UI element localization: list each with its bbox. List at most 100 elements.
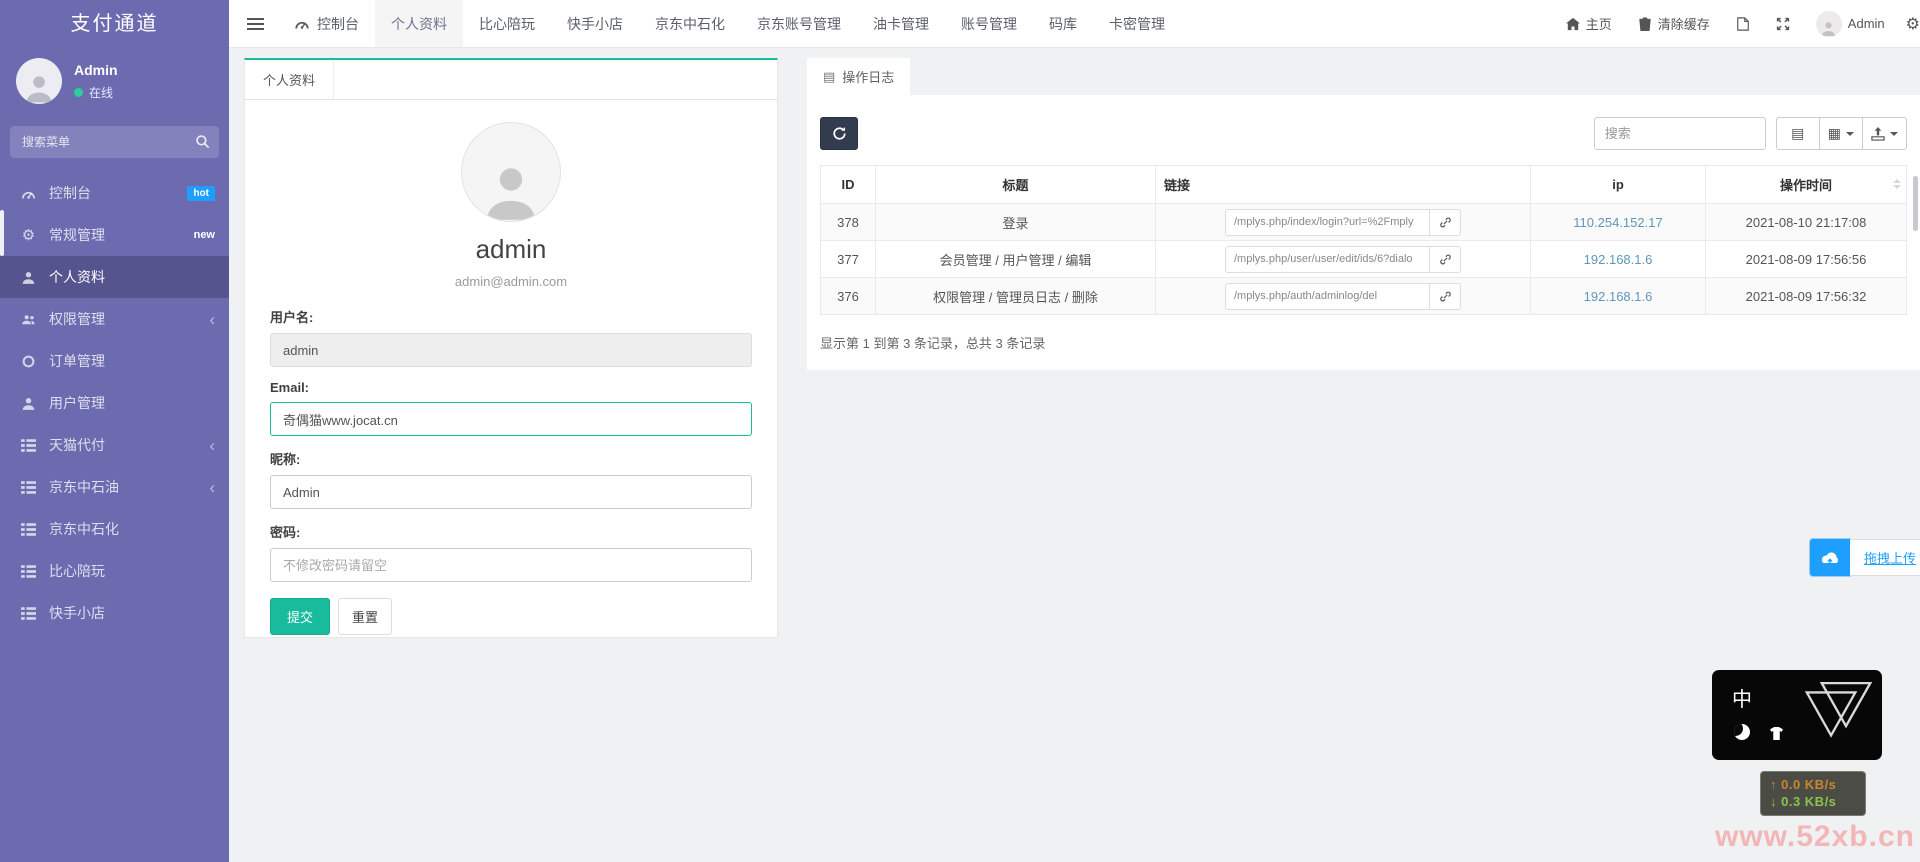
email-field[interactable] [270, 402, 752, 436]
reset-button[interactable]: 重置 [338, 598, 392, 635]
menu-toggle-icon[interactable] [247, 15, 264, 33]
sidebar-item-label: 用户管理 [49, 393, 105, 413]
profile-card-tab[interactable]: 个人资料 [245, 60, 334, 99]
sidebar: 支付通道 Admin 在线 控制台 hot [0, 0, 229, 862]
submit-button[interactable]: 提交 [270, 598, 330, 635]
sidebar-item-profile[interactable]: 个人资料 [0, 256, 229, 298]
sidebar-item-console[interactable]: 控制台 hot [0, 172, 229, 214]
list-icon: ▤ [823, 69, 835, 85]
cell-link [1156, 241, 1531, 278]
password-field[interactable] [270, 548, 752, 582]
columns-button[interactable]: ▦ [1819, 117, 1863, 150]
ip-link[interactable]: 192.168.1.6 [1584, 252, 1653, 267]
email-label: Email: [270, 380, 752, 395]
cell-time: 2021-08-09 17:56:32 [1706, 278, 1907, 315]
sidebar-item-jd-oil[interactable]: 京东中石油 ‹ [0, 466, 229, 508]
copy-link-button[interactable] [1430, 283, 1461, 310]
caret-down-icon [1846, 132, 1854, 136]
tab-card-secret[interactable]: 卡密管理 [1093, 0, 1181, 47]
tab-code-lib[interactable]: 码库 [1033, 0, 1093, 47]
ip-link[interactable]: 110.254.152.17 [1573, 215, 1662, 230]
home-icon [1566, 17, 1580, 31]
copy-link-button[interactable] [1430, 209, 1461, 236]
nickname-field[interactable] [270, 475, 752, 509]
sidebar-item-orders[interactable]: 订单管理 [0, 340, 229, 382]
tab-oil-card[interactable]: 油卡管理 [857, 0, 945, 47]
sidebar-item-jd-sinopec[interactable]: 京东中石化 [0, 508, 229, 550]
sidebar-item-label: 京东中石化 [49, 519, 119, 539]
cell-title: 会员管理 / 用户管理 / 编辑 [876, 241, 1156, 278]
sidebar-scrollbar-thumb[interactable] [0, 210, 4, 256]
export-icon [1871, 127, 1885, 141]
page-scrollbar-thumb[interactable] [1913, 176, 1918, 231]
profile-card-header: 个人资料 [245, 60, 777, 100]
drag-upload-label[interactable]: 拖拽上传 [1850, 539, 1920, 576]
page-switch-button[interactable] [1723, 0, 1763, 47]
caret-down-icon [1890, 132, 1898, 136]
ip-link[interactable]: 192.168.1.6 [1584, 289, 1653, 304]
tab-operation-log[interactable]: ▤ 操作日志 [807, 58, 910, 95]
user-icon [20, 396, 37, 411]
new-badge: new [194, 229, 215, 241]
export-button[interactable] [1862, 117, 1907, 150]
log-search-input[interactable] [1594, 117, 1766, 150]
user-icon [20, 270, 37, 285]
moon-icon[interactable] [1734, 724, 1750, 740]
username-field [270, 333, 752, 367]
sidebar-item-general[interactable]: ⚙ 常规管理 new [0, 214, 229, 256]
link-url-input[interactable] [1225, 246, 1430, 273]
tab-account[interactable]: 账号管理 [945, 0, 1033, 47]
ime-chinese-mode-label[interactable]: 中 [1732, 683, 1752, 712]
tab-jd-sinopec[interactable]: 京东中石化 [639, 0, 741, 47]
link-url-input[interactable] [1225, 283, 1430, 310]
menu-search-input[interactable] [10, 126, 219, 158]
fullscreen-button[interactable] [1763, 0, 1803, 47]
user-menu[interactable]: Admin [1803, 0, 1898, 47]
upload-button[interactable] [1810, 539, 1850, 576]
sidebar-item-tmall[interactable]: 天猫代付 ‹ [0, 424, 229, 466]
download-speed: ↓ 0.3 KB/s [1761, 793, 1865, 810]
sidebar-item-bixin[interactable]: 比心陪玩 [0, 550, 229, 592]
tab-profile[interactable]: 个人资料 [375, 0, 463, 47]
topnav-avatar [1816, 11, 1842, 37]
refresh-button[interactable] [820, 117, 858, 150]
column-header-title[interactable]: 标题 [876, 166, 1156, 204]
detail-view-button[interactable]: ▤ [1776, 117, 1820, 150]
settings-gears-icon[interactable]: ⚙ [1898, 14, 1920, 34]
sidebar-item-label: 天猫代付 [49, 435, 105, 455]
watermark: www.52xb.cn [1715, 820, 1915, 854]
tab-kuaishou[interactable]: 快手小店 [551, 0, 639, 47]
log-panel-body: ▤ ▦ ID 标题 链接 ip 操作时间 [807, 95, 1920, 370]
sidebar-item-users[interactable]: 用户管理 [0, 382, 229, 424]
column-header-time[interactable]: 操作时间 [1706, 166, 1907, 204]
tab-console[interactable]: 控制台 [278, 0, 375, 47]
chain-link-icon [1439, 216, 1452, 229]
person-icon [23, 72, 55, 104]
column-header-id[interactable]: ID [821, 166, 876, 204]
content-area: 个人资料 admin admin@admin.com 用户名: Email: [229, 48, 1920, 862]
drag-upload-widget[interactable]: 拖拽上传 [1810, 539, 1920, 576]
copy-link-button[interactable] [1430, 246, 1461, 273]
home-button[interactable]: 主页 [1553, 0, 1625, 47]
sidebar-search [10, 126, 219, 158]
tab-bixin[interactable]: 比心陪玩 [463, 0, 551, 47]
search-icon[interactable] [195, 134, 210, 149]
cell-id: 377 [821, 241, 876, 278]
password-label: 密码: [270, 522, 752, 541]
column-header-link[interactable]: 链接 [1156, 166, 1531, 204]
record-summary: 显示第 1 到第 3 条记录，总共 3 条记录 [820, 333, 1907, 352]
link-url-input[interactable] [1225, 209, 1430, 236]
list-icon [20, 564, 37, 579]
skin-shirt-icon[interactable] [1769, 727, 1784, 745]
tab-jd-account[interactable]: 京东账号管理 [741, 0, 857, 47]
column-header-ip[interactable]: ip [1531, 166, 1706, 204]
ime-toolbar[interactable]: 中 [1712, 670, 1882, 760]
clear-cache-button[interactable]: 清除缓存 [1625, 0, 1723, 47]
tab-console-label: 控制台 [317, 14, 359, 34]
profile-avatar[interactable] [461, 122, 561, 222]
cell-link [1156, 204, 1531, 241]
cell-ip: 110.254.152.17 [1531, 204, 1706, 241]
sidebar-item-kuaishou[interactable]: 快手小店 [0, 592, 229, 634]
sidebar-item-auth[interactable]: 权限管理 ‹ [0, 298, 229, 340]
list-icon [20, 606, 37, 621]
